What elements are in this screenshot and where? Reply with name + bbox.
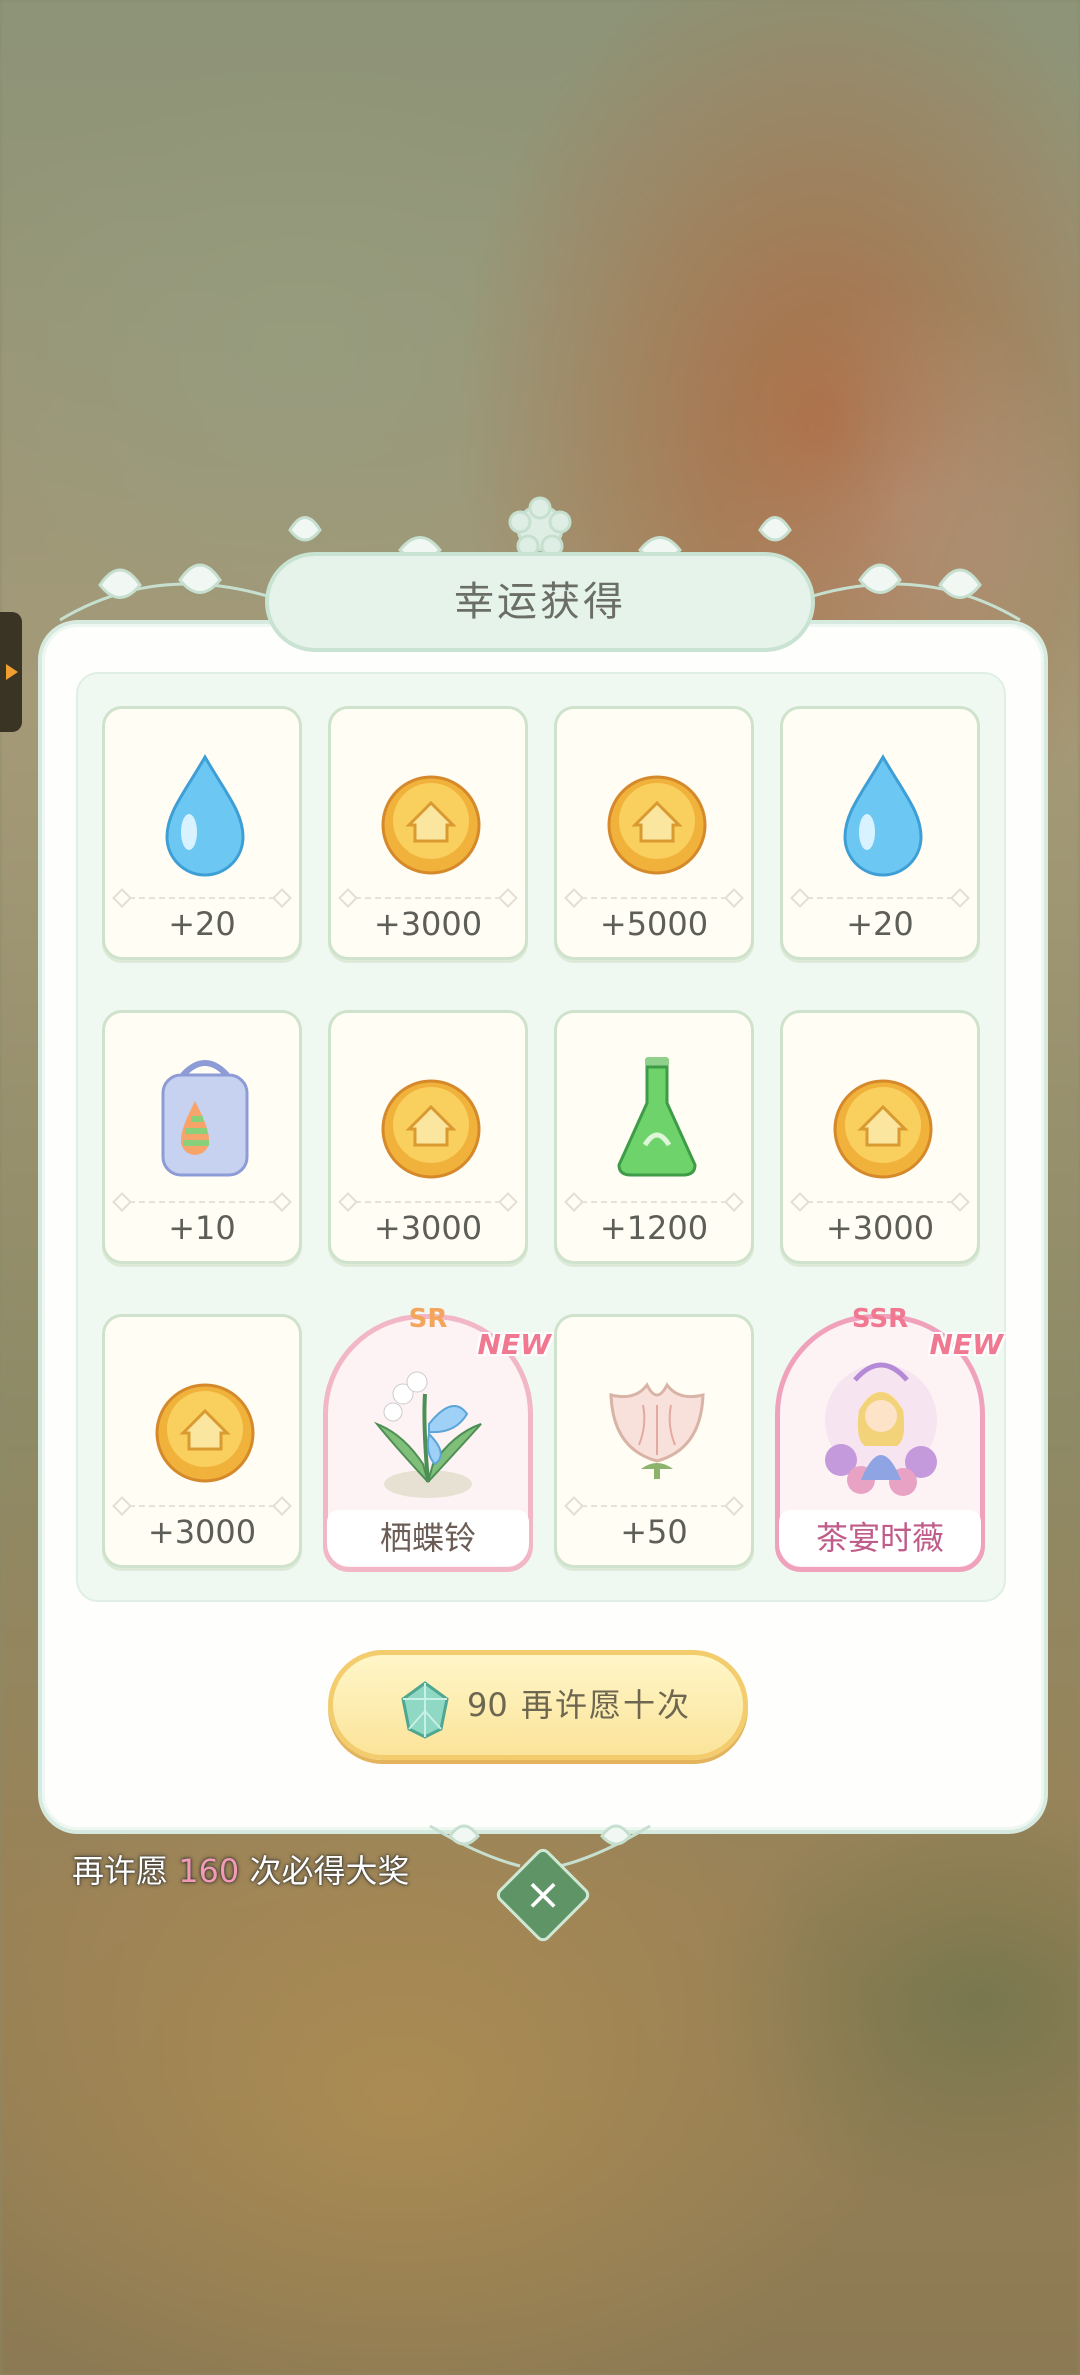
reward-card[interactable]: +10 bbox=[102, 1010, 302, 1264]
reward-grid: +20 +3000 +5000 +20 +10 +3000 +1200 +300… bbox=[76, 672, 1006, 1602]
pity-counter-text: 再许愿 160 次必得大奖 bbox=[72, 1852, 410, 1890]
reward-card[interactable]: +50 bbox=[554, 1314, 754, 1568]
reward-amount: +50 bbox=[620, 1513, 688, 1551]
reward-amount: +10 bbox=[168, 1209, 236, 1247]
side-expand-tab[interactable] bbox=[0, 612, 22, 732]
reward-amount: +20 bbox=[846, 905, 914, 943]
reward-card[interactable]: +3000 bbox=[780, 1010, 980, 1264]
flower-bud-icon bbox=[609, 1382, 705, 1479]
gold-coin-icon bbox=[607, 775, 707, 875]
close-icon: × bbox=[524, 1869, 562, 1920]
reward-card[interactable]: +3000 bbox=[328, 706, 528, 960]
reward-amount: +3000 bbox=[373, 905, 483, 943]
water-drop-icon bbox=[165, 753, 245, 877]
gold-coin-icon bbox=[381, 775, 481, 875]
card-name: 茶宴时薇 bbox=[779, 1510, 981, 1566]
gold-coin-icon bbox=[155, 1383, 255, 1483]
wish-ten-times-button[interactable]: 90 再许愿十次 bbox=[328, 1650, 748, 1760]
reward-amount: +20 bbox=[168, 905, 236, 943]
gold-coin-icon bbox=[381, 1079, 481, 1179]
reward-card[interactable]: +5000 bbox=[554, 706, 754, 960]
wish-button-label: 再许愿十次 bbox=[521, 1686, 692, 1724]
crystal-gem-icon bbox=[401, 1681, 449, 1739]
new-badge: NEW bbox=[929, 1328, 1003, 1361]
card-name: 栖蝶铃 bbox=[327, 1510, 529, 1566]
reward-amount: +3000 bbox=[373, 1209, 483, 1247]
wish-cost: 90 bbox=[467, 1686, 508, 1724]
reward-card[interactable]: +20 bbox=[780, 706, 980, 960]
reward-card[interactable]: +3000 bbox=[328, 1010, 528, 1264]
reward-amount: +3000 bbox=[147, 1513, 257, 1551]
water-drop-icon bbox=[843, 753, 923, 877]
title-bar: 幸运获得 bbox=[265, 552, 815, 652]
reward-amount: +3000 bbox=[825, 1209, 935, 1247]
reward-amount: +1200 bbox=[599, 1209, 709, 1247]
reward-card[interactable]: +3000 bbox=[102, 1314, 302, 1568]
rainbow-bag-icon bbox=[161, 1060, 249, 1177]
dialog-title: 幸运获得 bbox=[454, 579, 626, 625]
reward-card[interactable]: +1200 bbox=[554, 1010, 754, 1264]
potion-flask-icon bbox=[617, 1057, 697, 1177]
reward-card[interactable]: +20 bbox=[102, 706, 302, 960]
pity-count: 160 bbox=[178, 1852, 240, 1890]
character-card-ssr[interactable]: SSR NEW 茶宴时薇 bbox=[775, 1304, 1003, 1572]
new-badge: NEW bbox=[477, 1328, 551, 1361]
tea-party-girl-icon bbox=[825, 1362, 937, 1496]
reward-amount: +5000 bbox=[599, 905, 709, 943]
character-card-sr[interactable]: SR NEW 栖蝶铃 bbox=[323, 1304, 551, 1572]
gold-coin-icon bbox=[833, 1079, 933, 1179]
butterfly-plant-icon bbox=[373, 1371, 482, 1498]
